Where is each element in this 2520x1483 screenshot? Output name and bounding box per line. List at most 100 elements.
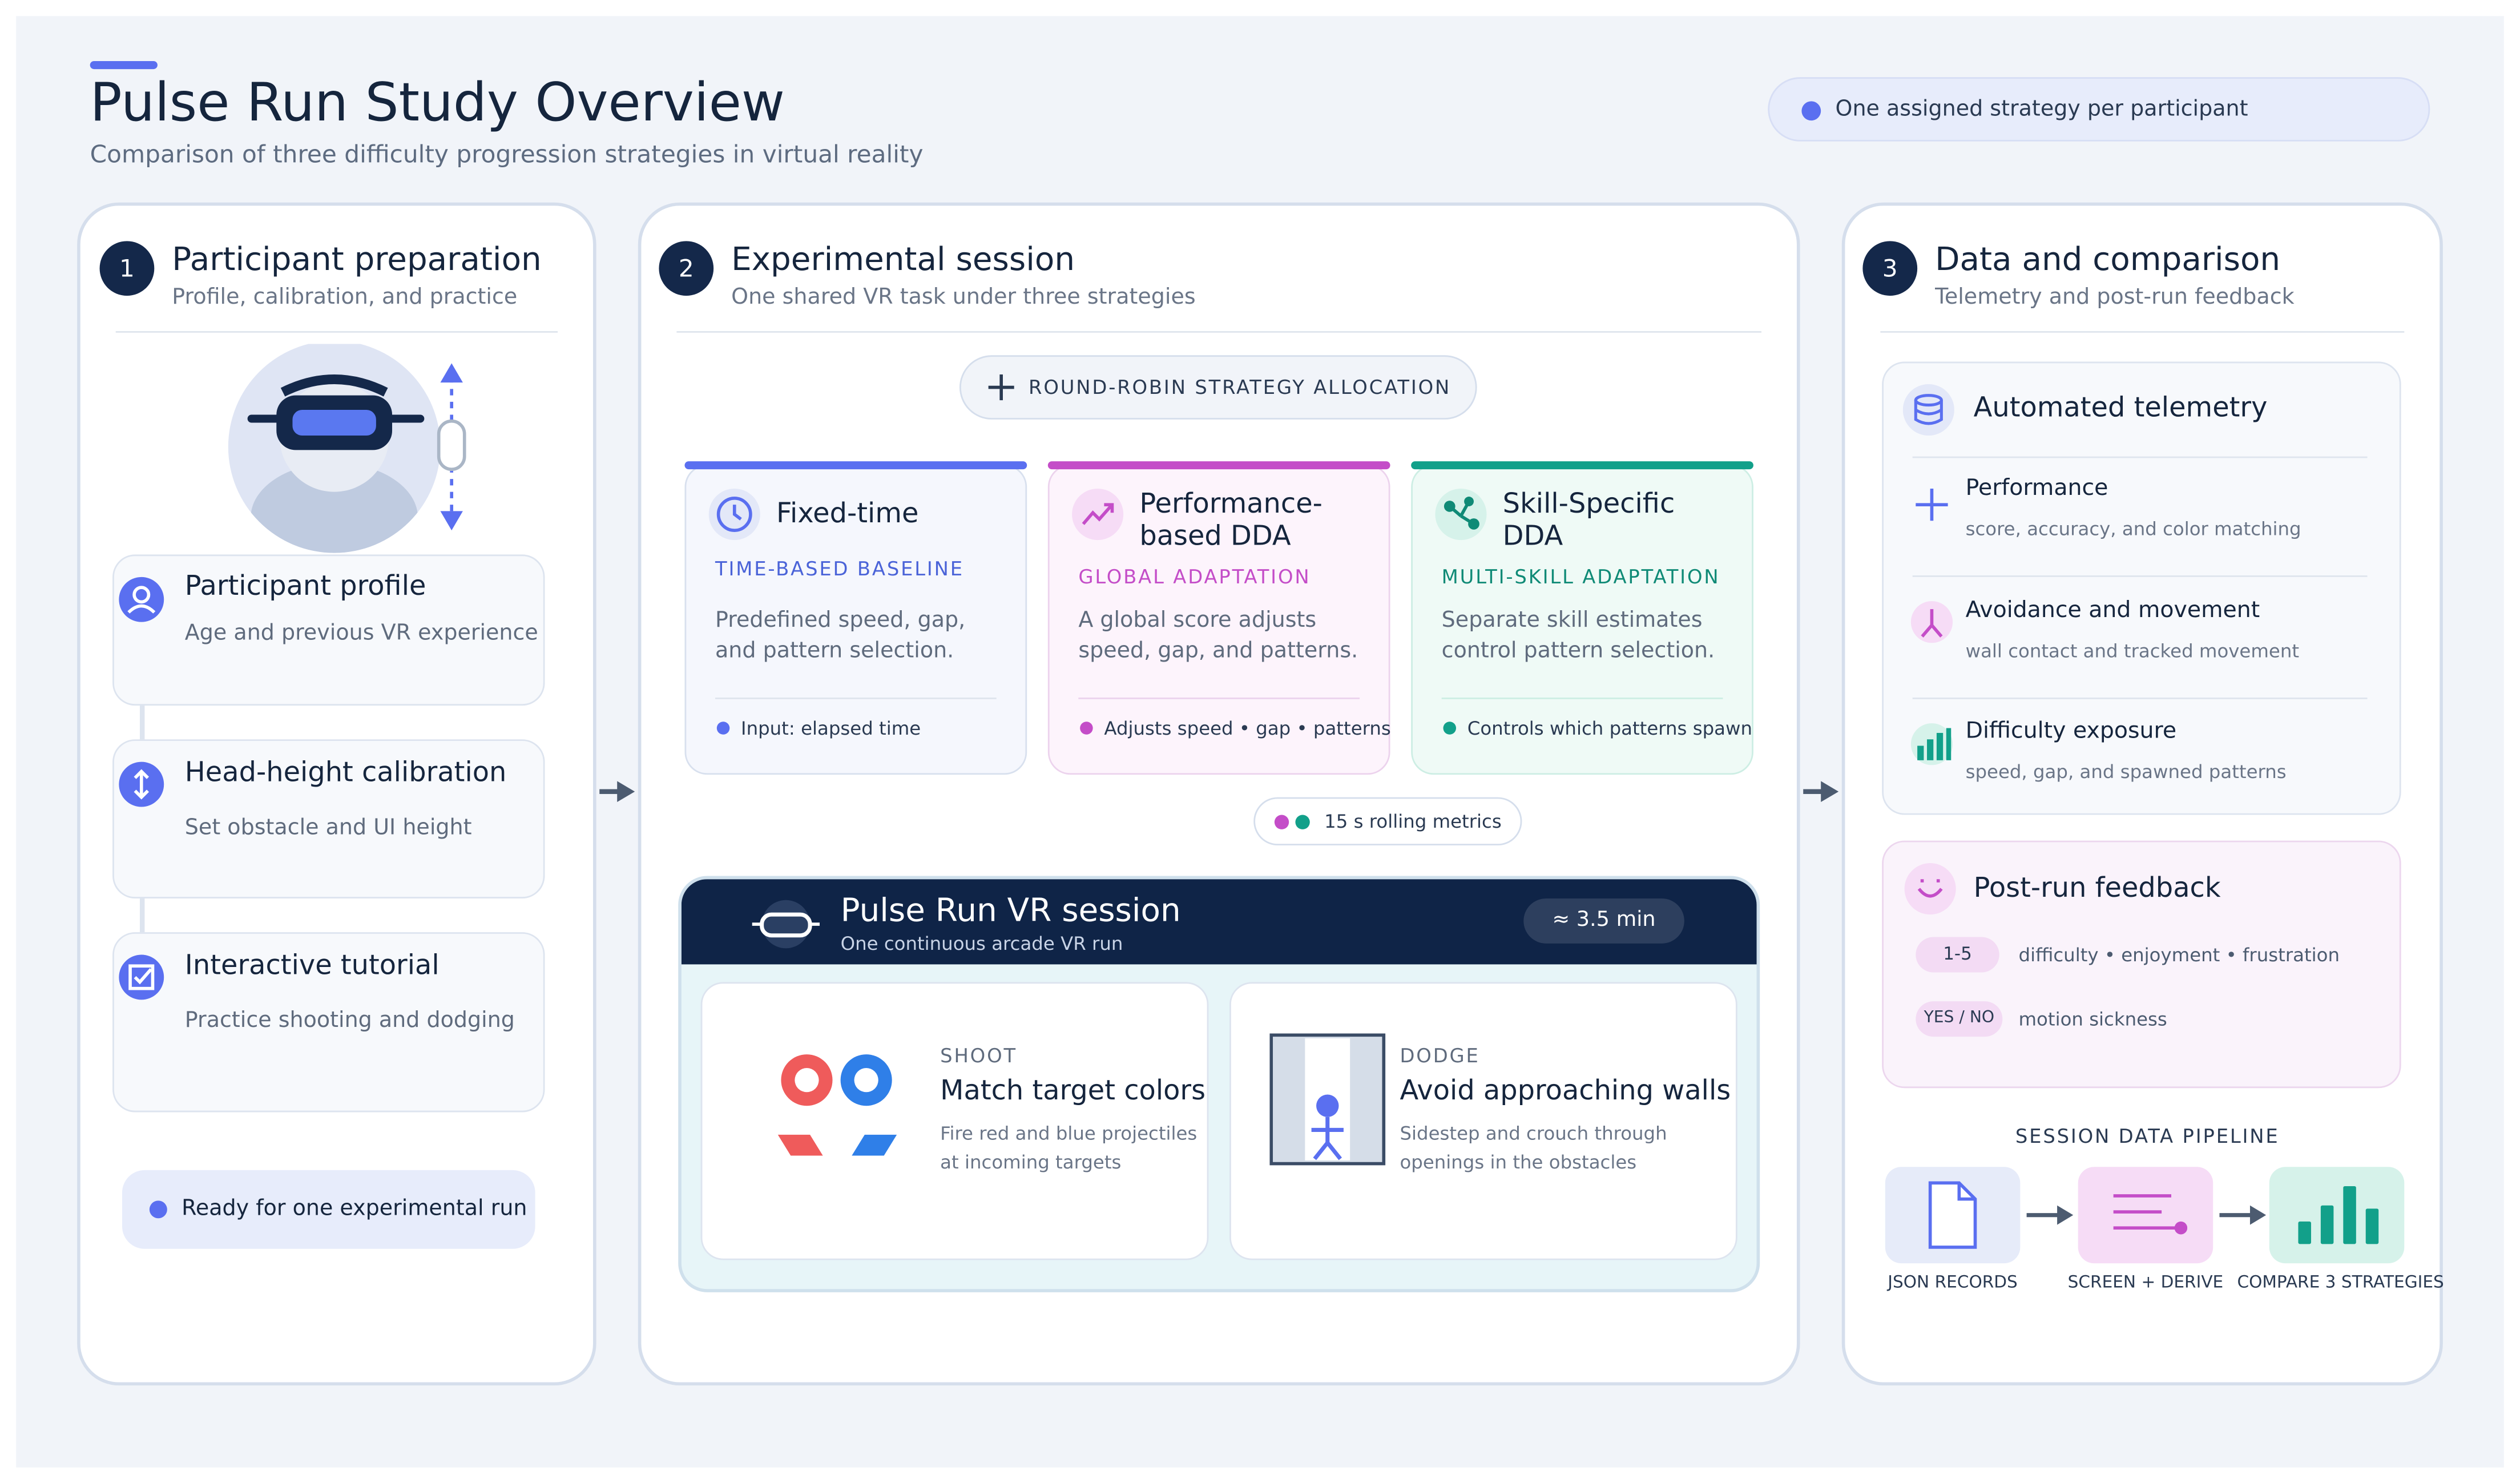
rolling-metrics-badge: 15 s rolling metrics — [1253, 797, 1522, 846]
duration-badge: ≈ 3.5 min — [1523, 898, 1684, 944]
strategy-topbar — [684, 461, 1026, 470]
strategy-footer: Controls which patterns spawn — [1467, 716, 1752, 740]
strategy-desc-line1: A global score adjusts — [1078, 607, 1317, 634]
rolling-dot-pink-icon — [1274, 815, 1289, 829]
stick-figure-movement-icon — [1910, 601, 1953, 643]
allocation-badge: ROUND-ROBIN STRATEGY ALLOCATION — [959, 355, 1477, 420]
strategy-title-line2: DDA — [1502, 521, 1563, 553]
panel1-number: 1 — [99, 241, 155, 296]
comparison-bars-icon — [2298, 1186, 2379, 1244]
strategy-footer: Input: elapsed time — [741, 716, 921, 740]
vr-headset-avatar-icon — [228, 344, 466, 553]
task-title: Avoid approaching walls — [1400, 1075, 1731, 1108]
database-icon — [1902, 384, 1954, 436]
arrow-panel1-to-panel2-icon — [599, 781, 635, 803]
user-icon — [119, 577, 164, 622]
strategy-title-line1: Performance- — [1139, 488, 1323, 521]
strategy-tag: TIME-BASED BASELINE — [715, 558, 964, 581]
panel2-subtitle: One shared VR task under three strategie… — [731, 284, 1196, 311]
step-title: Interactive tutorial — [184, 950, 440, 982]
duration-label: ≈ 3.5 min — [1552, 908, 1656, 933]
pipeline-step-screen — [2078, 1167, 2213, 1264]
strategy-divider — [1441, 698, 1723, 699]
pipeline-arrow-1-icon — [2026, 1205, 2074, 1225]
metric-title: Avoidance and movement — [1965, 598, 2260, 624]
step-title: Participant profile — [184, 570, 426, 603]
strategy-footer-dot — [1080, 722, 1093, 735]
crosshair-plus-icon — [1916, 488, 1948, 521]
step-card-interactive-tutorial: Interactive tutorial Practice shooting a… — [112, 932, 545, 1113]
task-desc-line1: Sidestep and crouch through — [1400, 1122, 1667, 1145]
strategy-topbar — [1410, 461, 1753, 470]
strategy-desc-line2: control pattern selection. — [1441, 638, 1715, 664]
plus-icon — [988, 374, 1014, 401]
panel1-title: Participant preparation — [172, 239, 542, 279]
panel3-subtitle: Telemetry and post-run feedback — [1935, 284, 2295, 311]
strategy-desc-line2: and pattern selection. — [715, 638, 954, 664]
metric-subtitle: wall contact and tracked movement — [1965, 639, 2300, 663]
strategy-desc-line1: Predefined speed, gap, — [715, 607, 966, 634]
step-subtitle: Practice shooting and dodging — [184, 1008, 515, 1034]
step-subtitle: Set obstacle and UI height — [184, 815, 472, 841]
pipeline-step-json — [1885, 1167, 2021, 1264]
metric-divider — [1912, 575, 2368, 577]
trend-up-icon — [1072, 488, 1124, 541]
checkbox-icon — [119, 954, 164, 1000]
vr-goggles-icon — [752, 900, 820, 949]
task-tag: SHOOT — [940, 1045, 1017, 1067]
feedback-title: Post-run feedback — [1973, 872, 2221, 905]
pipeline-label: COMPARE 3 STRATEGIES — [2237, 1273, 2444, 1292]
pipeline-step-compare — [2269, 1167, 2405, 1264]
filter-lines-icon — [2113, 1194, 2188, 1235]
yes-no-badge-label: YES / NO — [1924, 1009, 1995, 1027]
pipeline-label: SCREEN + DERIVE — [2067, 1273, 2224, 1292]
metric-title: Performance — [1965, 475, 2108, 502]
step-card-head-height-calibration: Head-height calibration Set obstacle and… — [112, 739, 545, 898]
task-tag: DODGE — [1400, 1045, 1480, 1067]
metric-subtitle: score, accuracy, and color matching — [1965, 517, 2301, 541]
panel1-subtitle: Profile, calibration, and practice — [172, 284, 518, 311]
strategy-desc-line1: Separate skill estimates — [1441, 607, 1703, 634]
step-subtitle: Age and previous VR experience — [184, 620, 538, 646]
task-title: Match target colors — [940, 1075, 1206, 1108]
panel2-divider — [676, 331, 1762, 333]
strategy-tag: MULTI-SKILL ADAPTATION — [1441, 566, 1720, 589]
telemetry-card — [1882, 361, 2401, 815]
strategy-tag: GLOBAL ADAPTATION — [1078, 566, 1311, 589]
panel2-title: Experimental session — [731, 239, 1075, 279]
arrow-panel2-to-panel3-icon — [1803, 781, 1839, 803]
strategy-title-line2: based DDA — [1139, 521, 1291, 553]
strategy-divider — [715, 698, 997, 699]
pipeline-label: JSON RECORDS — [1888, 1273, 2018, 1292]
nodes-icon — [1435, 488, 1487, 541]
strategy-title-line1: Skill-Specific — [1502, 488, 1675, 521]
step-title: Head-height calibration — [184, 757, 507, 789]
scale-badge: 1-5 — [1916, 937, 1999, 973]
feedback-item-text: motion sickness — [2018, 1008, 2167, 1030]
smiley-icon — [1904, 863, 1956, 915]
task-desc-line1: Fire red and blue projectiles — [940, 1122, 1197, 1145]
rolling-metrics-label: 15 s rolling metrics — [1324, 810, 1502, 833]
allocation-label: ROUND-ROBIN STRATEGY ALLOCATION — [1029, 376, 1451, 399]
task-desc-line2: at incoming targets — [940, 1151, 1122, 1174]
bar-chart-icon — [1910, 723, 1953, 765]
metric-title: Difficulty exposure — [1965, 718, 2177, 744]
feedback-item-text: difficulty • enjoyment • frustration — [2018, 943, 2340, 966]
metric-divider — [1912, 698, 2368, 699]
color-targets-icon — [777, 1054, 897, 1156]
metric-subtitle: speed, gap, and spawned patterns — [1965, 760, 2287, 783]
clock-icon — [708, 488, 760, 541]
panel3-divider — [1880, 331, 2405, 333]
pipeline-arrow-2-icon — [2219, 1205, 2267, 1225]
panel2-number: 2 — [659, 241, 714, 296]
telemetry-divider — [1912, 456, 2368, 458]
strategy-topbar — [1047, 461, 1390, 470]
task-desc-line2: openings in the obstacles — [1400, 1151, 1637, 1174]
strategy-footer-dot — [1443, 722, 1457, 735]
yes-no-badge: YES / NO — [1916, 1001, 2003, 1037]
ready-label: Ready for one experimental run — [182, 1195, 527, 1222]
wall-dodge-icon — [1269, 1033, 1386, 1166]
step-card-participant-profile: Participant profile Age and previous VR … — [112, 554, 545, 706]
vr-session-title: Pulse Run VR session — [840, 890, 1181, 929]
vertical-arrows-icon — [119, 761, 164, 807]
